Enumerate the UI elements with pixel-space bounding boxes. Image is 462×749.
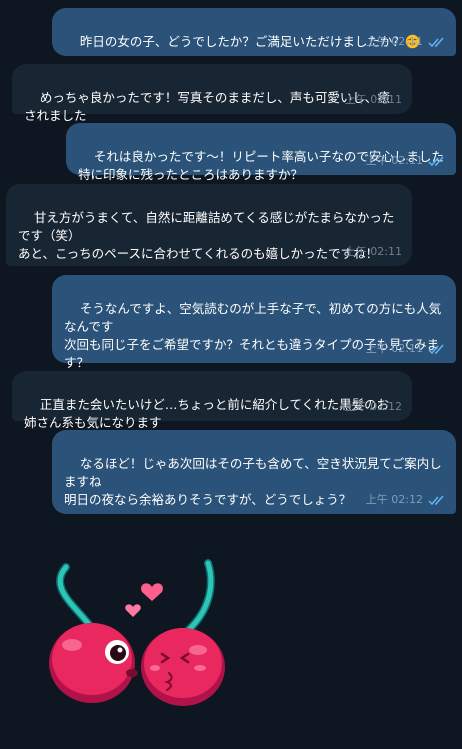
double-check-icon [428, 344, 444, 354]
message-text: 正直また会いたいけど…ちょっと前に紹介してくれた黒髪のお姉さん系も気になります [24, 397, 390, 430]
kissing-cherries-sticker[interactable] [40, 555, 240, 715]
message-meta: 上午 02:11 [366, 152, 446, 170]
heart-icon [141, 583, 163, 601]
message-text: めっちゃ良かったです！写真そのままだし、声も可愛いし、癒されました [24, 90, 390, 123]
message-text: そうなんですよ、空気読むのが上手な子で、初めての方にも人気なんです 次回も同じ子… [64, 301, 442, 370]
message-meta: 上午 02:11 [366, 340, 446, 358]
message-text: 昨日の女の子、どうでしたか？ご満足いただけましたか？ [79, 34, 405, 49]
message-time: 上午 02:11 [344, 93, 402, 106]
message-time: 上午 02:11 [365, 35, 423, 48]
message-meta: 上午 02:11 [345, 91, 402, 109]
message-time: 上午 02:11 [365, 342, 423, 355]
message-meta: 上午 02:12 [366, 491, 446, 509]
message-time: 上午 02:12 [365, 493, 423, 506]
message-bubble-incoming[interactable]: めっちゃ良かったです！写真そのままだし、声も可愛いし、癒されました 上午 02:… [12, 64, 412, 123]
message-meta: 上午 02:11 [345, 243, 402, 261]
message-time: 上午 02:11 [365, 154, 423, 167]
heart-icon [125, 604, 141, 617]
message-time: 上午 02:12 [344, 400, 402, 413]
message-text: 甘え方がうまくて、自然に距離詰めてくる感じがたまらなかったです（笑） あと、こっ… [18, 210, 395, 261]
message-bubble-outgoing[interactable]: 昨日の女の子、どうでしたか？ご満足いただけましたか？ 上午 02:11 [52, 8, 456, 56]
double-check-icon [428, 37, 444, 47]
message-meta: 上午 02:12 [345, 398, 402, 416]
message-bubble-outgoing[interactable]: なるほど！じゃあ次回はその子も含めて、空き状況見てご案内しますね 明日の夜なら余… [52, 430, 456, 514]
double-check-icon [428, 495, 444, 505]
message-bubble-incoming[interactable]: 正直また会いたいけど…ちょっと前に紹介してくれた黒髪のお姉さん系も気になります … [12, 371, 412, 430]
message-time: 上午 02:11 [344, 245, 402, 258]
double-check-icon [428, 156, 444, 166]
message-meta: 上午 02:11 [366, 33, 446, 51]
message-bubble-incoming[interactable]: 甘え方がうまくて、自然に距離詰めてくる感じがたまらなかったです（笑） あと、こっ… [6, 184, 412, 266]
message-bubble-outgoing[interactable]: それは良かったです～！リピート率高い子なので安心しました 特に印象に残ったところ… [66, 123, 456, 182]
message-bubble-outgoing[interactable]: そうなんですよ、空気読むのが上手な子で、初めての方にも人気なんです 次回も同じ子… [52, 275, 456, 370]
